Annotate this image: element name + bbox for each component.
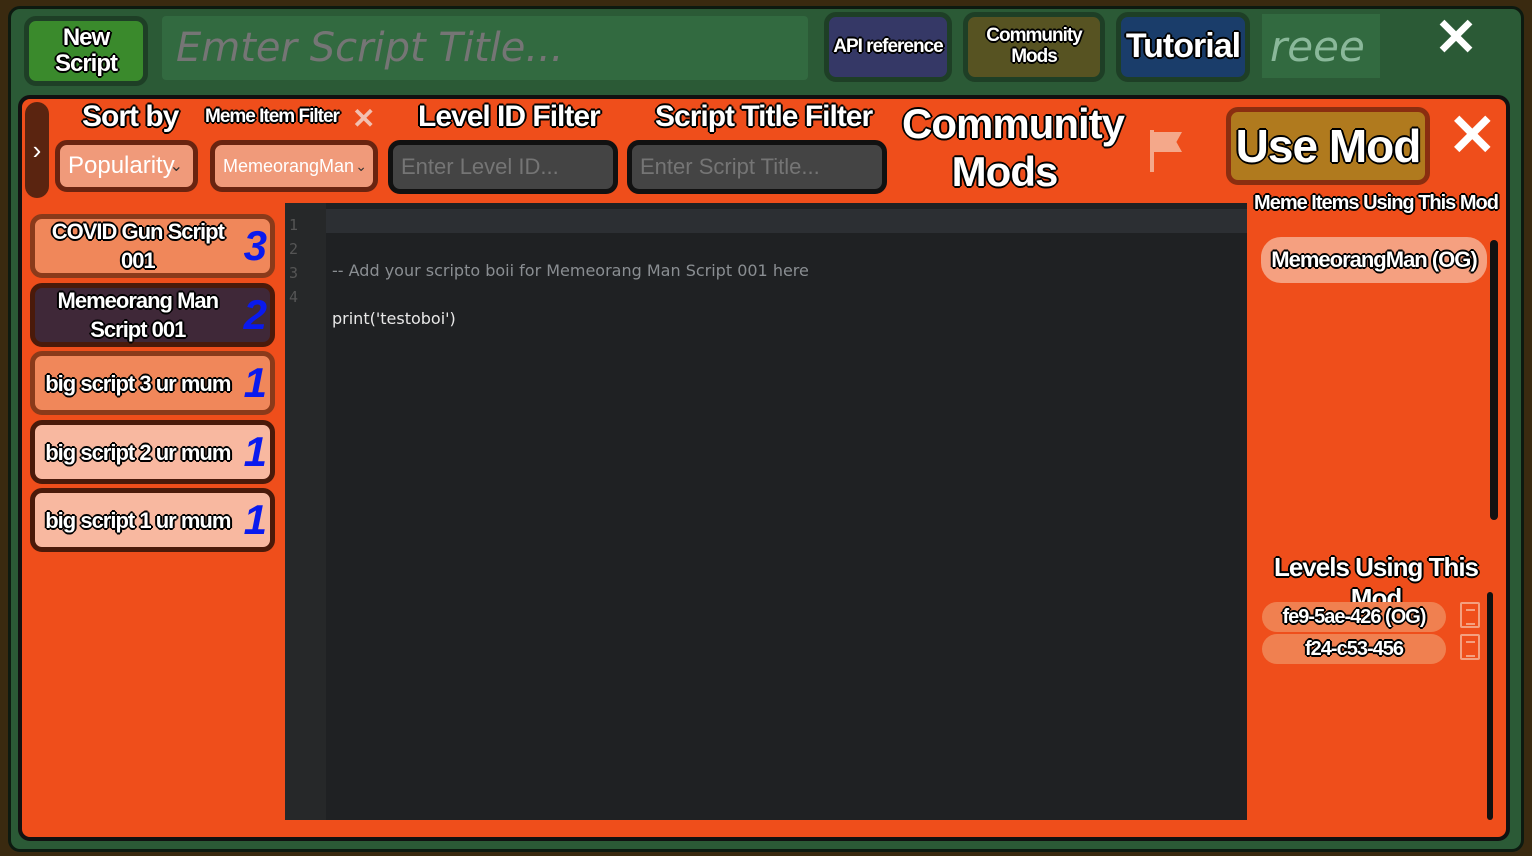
level-id-chip[interactable]: fe9-5ae-426 (OG) [1262, 602, 1446, 632]
expand-chevron-icon[interactable]: › [25, 102, 49, 198]
line-number: 2 [289, 240, 299, 258]
copy-icon[interactable] [1460, 634, 1480, 660]
code-line: print('testoboi') [332, 309, 456, 328]
script-title-filter-label: Script Title Filter [655, 100, 873, 133]
line-number-gutter: 1 2 3 4 [285, 203, 326, 820]
script-title-filter-input[interactable] [627, 140, 887, 194]
meme-item-filter-label: Meme Item Filter [205, 106, 340, 127]
use-mod-button[interactable]: Use Mod [1226, 107, 1430, 185]
script-title-input[interactable] [162, 16, 808, 80]
meme-items-label: Meme Items Using This Mod [1254, 192, 1499, 214]
level-id-input[interactable] [388, 140, 618, 194]
panel-title: Community Mods [902, 100, 1125, 195]
script-list-item[interactable]: big script 2 ur mum 1 [30, 420, 275, 484]
chevron-down-icon: ⌄ [169, 158, 183, 175]
script-votes: 2 [243, 291, 267, 338]
meme-item-value: MemeorangMan [223, 155, 355, 176]
meme-items-scrollbar[interactable] [1490, 240, 1498, 520]
new-script-button[interactable]: New Script [24, 16, 148, 86]
meme-item-chip[interactable]: MemeorangMan (OG) [1261, 237, 1487, 283]
script-title: big script 2 ur mum [45, 439, 231, 465]
script-list-item[interactable]: COVID Gun Script 001 3 [30, 214, 275, 278]
sort-by-label: Sort by [82, 100, 179, 133]
meme-item-dropdown[interactable]: MemeorangMan ⌄ [210, 140, 378, 192]
copy-icon[interactable] [1460, 602, 1480, 628]
script-title: Memeorang Man Script 001 [57, 288, 220, 342]
script-title: big script 3 ur mum [45, 370, 231, 396]
script-title: big script 1 ur mum [45, 507, 231, 533]
chevron-down-icon: ⌄ [355, 157, 367, 174]
sort-value: Popularity [68, 152, 175, 179]
reee-input[interactable]: reee [1262, 14, 1380, 78]
script-list-item-selected[interactable]: Memeorang Man Script 001 2 [30, 283, 275, 347]
line-number: 1 [289, 216, 299, 234]
code-text: -- Add your scripto boii for Memeorang M… [332, 211, 809, 379]
script-list-item[interactable]: big script 1 ur mum 1 [30, 488, 275, 552]
code-line: -- Add your scripto boii for Memeorang M… [332, 261, 809, 280]
script-votes: 1 [243, 359, 267, 406]
close-window-icon[interactable]: ✕ [1432, 12, 1480, 64]
line-number: 4 [289, 288, 299, 306]
clear-meme-filter-icon[interactable]: ✕ [352, 102, 375, 135]
line-number: 3 [289, 264, 299, 282]
tutorial-button[interactable]: Tutorial [1116, 12, 1250, 82]
script-votes: 1 [243, 428, 267, 475]
script-votes: 3 [243, 222, 267, 269]
community-mods-button[interactable]: Community Mods [963, 12, 1105, 82]
script-list-item[interactable]: big script 3 ur mum 1 [30, 351, 275, 415]
code-editor[interactable]: 1 2 3 4 -- Add your scripto boii for Memeor… [285, 203, 1247, 820]
level-id-chip[interactable]: f24-c53-456 [1262, 634, 1446, 664]
levels-scrollbar[interactable] [1487, 592, 1493, 820]
close-panel-icon[interactable]: ✕ [1448, 107, 1498, 165]
sort-by-dropdown[interactable]: Popularity ⌄ [55, 140, 198, 192]
script-title: COVID Gun Script 001 [51, 219, 225, 273]
level-id-filter-label: Level ID Filter [418, 100, 601, 133]
report-flag-icon[interactable] [1146, 130, 1182, 174]
script-votes: 1 [243, 496, 267, 543]
api-reference-button[interactable]: API reference [824, 12, 952, 82]
